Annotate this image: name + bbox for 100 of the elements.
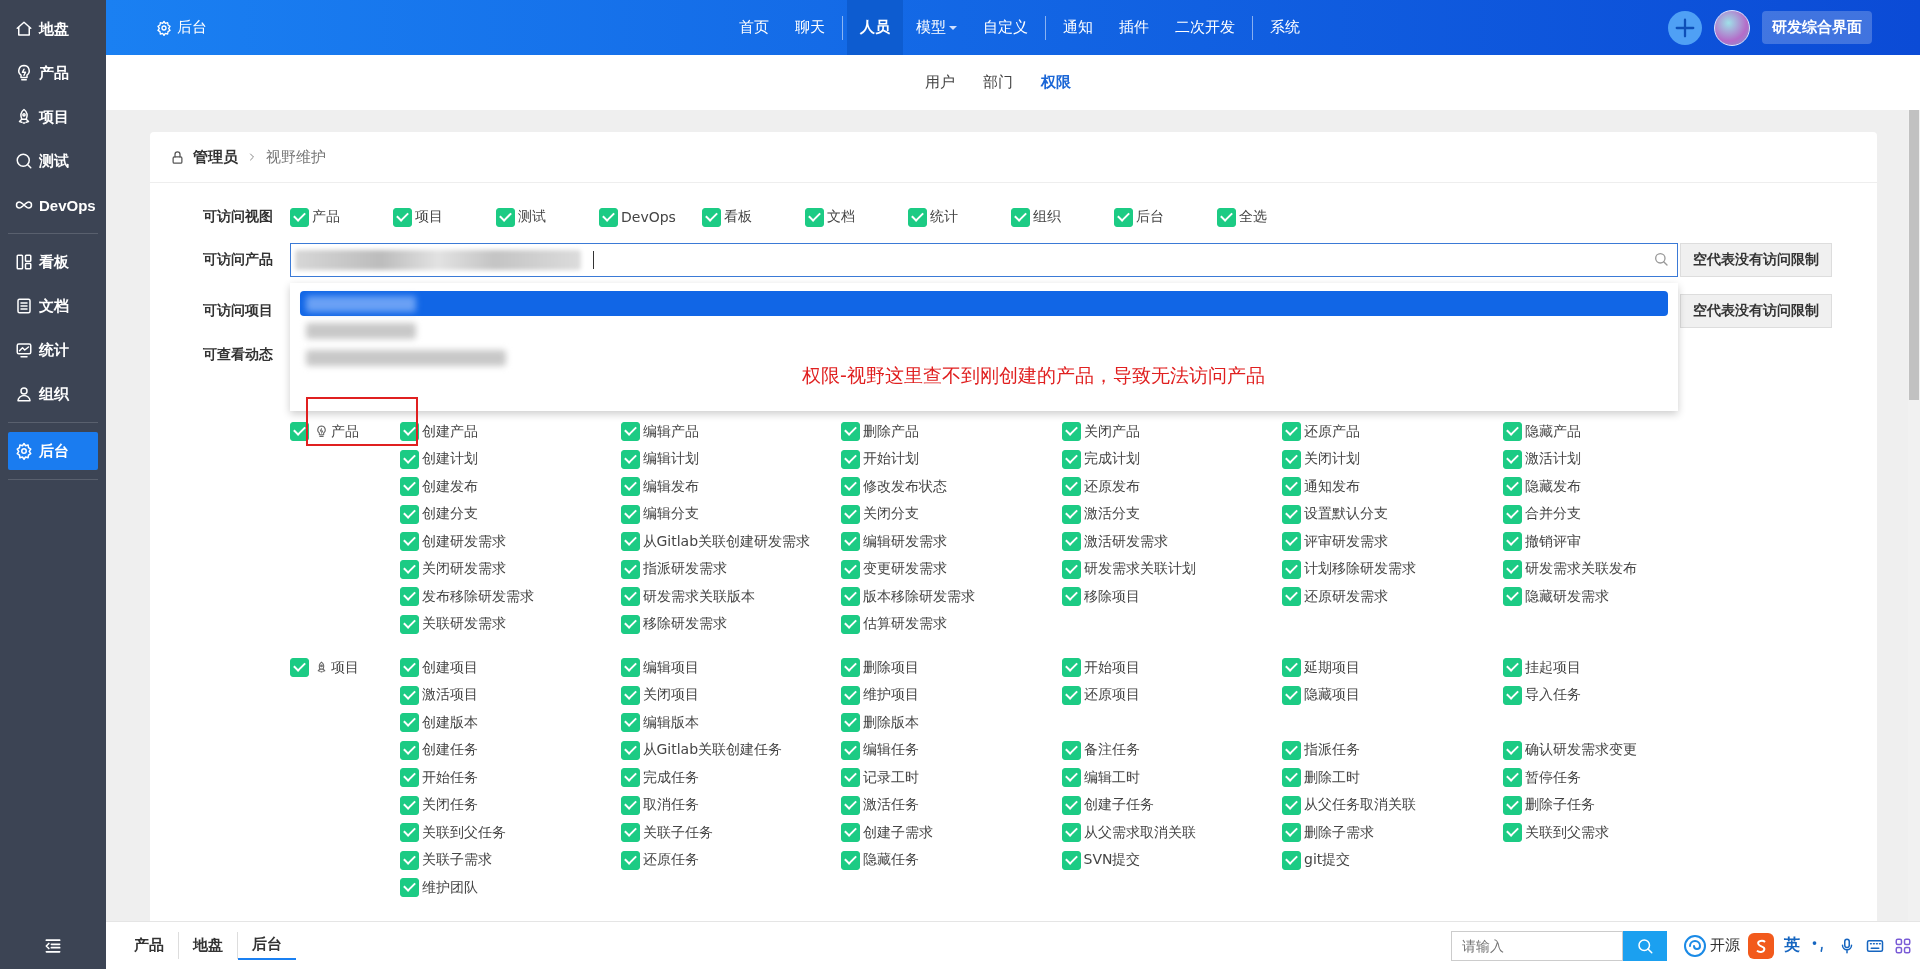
nav-tab[interactable]: 通知 [1050, 0, 1106, 55]
nav-tab[interactable]: 模型 [903, 0, 970, 55]
checkbox[interactable] [1282, 658, 1301, 678]
checkbox[interactable] [841, 795, 860, 815]
checkbox[interactable] [400, 587, 419, 607]
checkbox[interactable] [620, 740, 640, 760]
checkbox[interactable] [1282, 768, 1301, 788]
checkbox[interactable] [841, 658, 860, 678]
checkbox[interactable] [841, 685, 860, 705]
checkbox[interactable] [1502, 740, 1522, 760]
bottom-tab[interactable]: 地盘 [179, 932, 238, 959]
checkbox[interactable] [841, 587, 860, 607]
nav-tab[interactable]: 插件 [1106, 0, 1162, 55]
checkbox[interactable] [1502, 559, 1522, 579]
checkbox[interactable] [1282, 850, 1301, 870]
checkbox[interactable] [400, 449, 419, 469]
checkbox[interactable] [400, 768, 419, 788]
checkbox[interactable] [1114, 207, 1133, 227]
sidebar-item[interactable]: 统计 [8, 331, 98, 369]
checkbox[interactable] [1282, 504, 1301, 524]
avatar[interactable] [1714, 9, 1750, 46]
checkbox[interactable] [841, 504, 860, 524]
checkbox[interactable] [1061, 768, 1081, 788]
product-select-field[interactable] [290, 243, 1678, 277]
nav-tab[interactable]: 聊天 [782, 0, 838, 55]
checkbox[interactable] [841, 449, 860, 469]
breadcrumb-link[interactable]: 管理员 [193, 147, 238, 167]
checkbox[interactable] [841, 740, 860, 760]
checkbox[interactable] [400, 504, 419, 524]
checkbox[interactable] [620, 614, 640, 634]
checkbox[interactable] [702, 207, 721, 227]
search-button[interactable] [1623, 930, 1667, 961]
checkbox[interactable] [841, 477, 860, 497]
checkbox[interactable] [400, 795, 419, 815]
sidebar-item[interactable]: 看板 [8, 243, 98, 281]
nav-tab[interactable]: 自定义 [970, 0, 1041, 55]
checkbox[interactable] [841, 559, 860, 579]
checkbox[interactable] [620, 477, 640, 497]
checkbox[interactable] [1061, 449, 1081, 469]
checkbox[interactable] [1061, 795, 1081, 815]
hint-button[interactable]: 空代表没有访问限制 [1680, 243, 1832, 277]
checkbox[interactable] [400, 658, 419, 678]
checkbox[interactable] [620, 850, 640, 870]
checkbox[interactable] [1502, 477, 1522, 497]
checkbox[interactable] [1502, 823, 1522, 843]
dropdown-option[interactable] [300, 291, 1668, 316]
checkbox[interactable] [841, 823, 860, 843]
sub-tab[interactable]: 部门 [983, 73, 1013, 92]
checkbox[interactable] [1502, 685, 1522, 705]
checkbox[interactable] [841, 614, 860, 634]
checkbox[interactable] [1502, 422, 1522, 442]
checkbox[interactable] [599, 207, 618, 227]
checkbox[interactable] [1282, 685, 1301, 705]
workspace-button[interactable]: 研发综合界面 [1762, 11, 1872, 44]
checkbox[interactable] [1282, 449, 1301, 469]
checkbox[interactable] [400, 740, 419, 760]
checkbox[interactable] [1282, 477, 1301, 497]
checkbox[interactable] [1061, 658, 1081, 678]
sidebar-item[interactable]: 组织 [8, 375, 98, 413]
checkbox[interactable] [1061, 504, 1081, 524]
checkbox[interactable] [620, 823, 640, 843]
checkbox[interactable] [400, 559, 419, 579]
checkbox[interactable] [1282, 559, 1301, 579]
sidebar-item[interactable]: 测试 [8, 142, 98, 180]
nav-tab[interactable]: 人员 [847, 0, 903, 55]
add-button[interactable] [1668, 10, 1702, 45]
checkbox[interactable] [400, 850, 419, 870]
bottom-tab[interactable]: 产品 [120, 932, 179, 959]
checkbox[interactable] [400, 614, 419, 634]
ime-language[interactable]: 英 [1784, 935, 1800, 956]
checkbox[interactable] [400, 532, 419, 552]
sidebar-item[interactable]: 后台 [8, 432, 98, 470]
checkbox[interactable] [841, 768, 860, 788]
nav-tab[interactable]: 系统 [1257, 0, 1313, 55]
checkbox[interactable] [1502, 449, 1522, 469]
checkbox[interactable] [400, 685, 419, 705]
ime-logo-icon[interactable] [1748, 932, 1774, 959]
brand-label[interactable]: 开源 [1710, 936, 1740, 955]
checkbox[interactable] [841, 422, 860, 442]
hint-button[interactable]: 空代表没有访问限制 [1680, 294, 1832, 328]
checkbox[interactable] [1061, 823, 1081, 843]
checkbox[interactable] [1502, 658, 1522, 678]
checkbox[interactable] [1282, 532, 1301, 552]
checkbox[interactable] [1282, 422, 1301, 442]
checkbox[interactable] [1061, 850, 1081, 870]
checkbox[interactable] [1061, 532, 1081, 552]
checkbox[interactable] [496, 207, 515, 227]
checkbox[interactable] [1061, 685, 1081, 705]
checkbox[interactable] [1502, 587, 1522, 607]
checkbox[interactable] [620, 587, 640, 607]
search-field[interactable]: 请输入 [1451, 930, 1623, 961]
checkbox[interactable] [620, 685, 640, 705]
checkbox[interactable] [1061, 477, 1081, 497]
checkbox[interactable] [620, 422, 640, 442]
sidebar-item[interactable]: 项目 [8, 98, 98, 136]
sub-tab[interactable]: 用户 [925, 73, 955, 92]
checkbox[interactable] [1282, 795, 1301, 815]
sub-tab[interactable]: 权限 [1041, 73, 1071, 92]
nav-tab[interactable]: 首页 [726, 0, 782, 55]
checkbox[interactable] [805, 207, 824, 227]
